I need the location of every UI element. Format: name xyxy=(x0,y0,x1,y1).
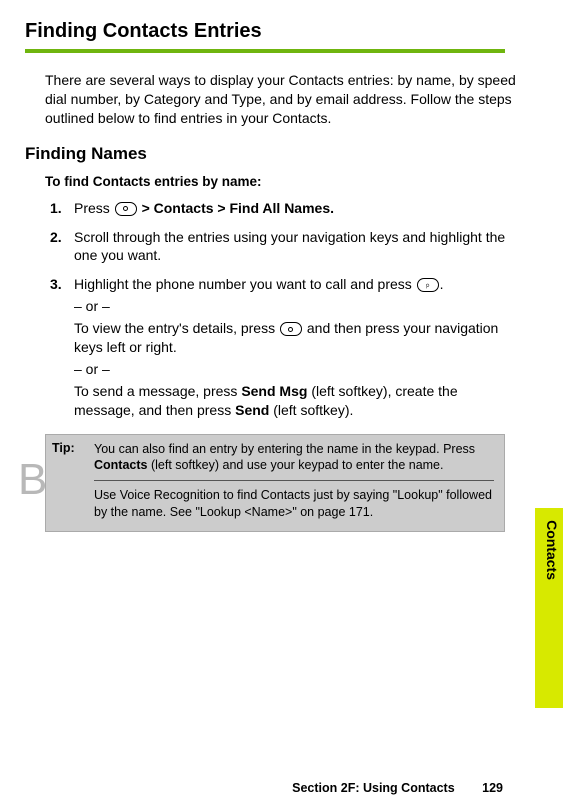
text-bold: > Contacts > Find All Names. xyxy=(138,200,334,216)
page-footer: Section 2F: Using Contacts 129 xyxy=(292,781,503,795)
steps-list: 1. Press > Contacts > Find All Names. 2.… xyxy=(50,199,518,420)
footer-section: Section 2F: Using Contacts xyxy=(292,781,455,795)
step-number: 1. xyxy=(50,199,62,218)
page-title: Finding Contacts Entries xyxy=(25,20,533,43)
ok-key-icon xyxy=(115,202,137,216)
text-segment: (left softkey). xyxy=(269,402,353,418)
text-segment: To send a message, press xyxy=(74,383,241,399)
text-bold: Send xyxy=(235,402,269,418)
subsection-heading-by-name: To find Contacts entries by name: xyxy=(45,174,533,189)
step-alt-1: To view the entry's details, press and t… xyxy=(74,319,518,357)
step-text: Scroll through the entries using your na… xyxy=(74,229,505,264)
step-alt-2: To send a message, press Send Msg (left … xyxy=(74,382,518,420)
step-text: Press > Contacts > Find All Names. xyxy=(74,200,334,216)
text-bold: Contacts xyxy=(94,458,147,472)
step-2: 2. Scroll through the entries using your… xyxy=(50,228,518,266)
step-number: 3. xyxy=(50,275,62,294)
tip-content: You can also find an entry by entering t… xyxy=(90,435,504,532)
text-segment: You can also find an entry by entering t… xyxy=(94,442,475,456)
step-number: 2. xyxy=(50,228,62,247)
text-segment: Highlight the phone number you want to c… xyxy=(74,276,416,292)
or-divider: – or – xyxy=(74,360,518,379)
talk-key-icon: ⌕ xyxy=(417,278,439,292)
tip-paragraph-2: Use Voice Recognition to find Contacts j… xyxy=(94,487,494,521)
text-segment: Press xyxy=(74,200,114,216)
text-segment: (left softkey) and use your keypad to en… xyxy=(147,458,443,472)
title-divider xyxy=(25,49,505,53)
section-heading-finding-names: Finding Names xyxy=(25,144,533,164)
tip-divider xyxy=(94,480,494,481)
step-3: 3. Highlight the phone number you want t… xyxy=(50,275,518,419)
tip-paragraph-1: You can also find an entry by entering t… xyxy=(94,441,494,475)
tip-box: Tip: You can also find an entry by enter… xyxy=(45,434,505,533)
text-segment: To view the entry's details, press xyxy=(74,320,279,336)
or-divider: – or – xyxy=(74,297,518,316)
ok-key-icon xyxy=(280,322,302,336)
text-segment: . xyxy=(440,276,444,292)
tip-label: Tip: xyxy=(46,435,90,532)
intro-paragraph: There are several ways to display your C… xyxy=(45,71,523,128)
footer-page-number: 129 xyxy=(482,781,503,795)
step-text: Highlight the phone number you want to c… xyxy=(74,276,444,292)
side-tab-label: Contacts xyxy=(544,520,560,580)
step-1: 1. Press > Contacts > Find All Names. xyxy=(50,199,518,218)
text-bold: Send Msg xyxy=(241,383,307,399)
